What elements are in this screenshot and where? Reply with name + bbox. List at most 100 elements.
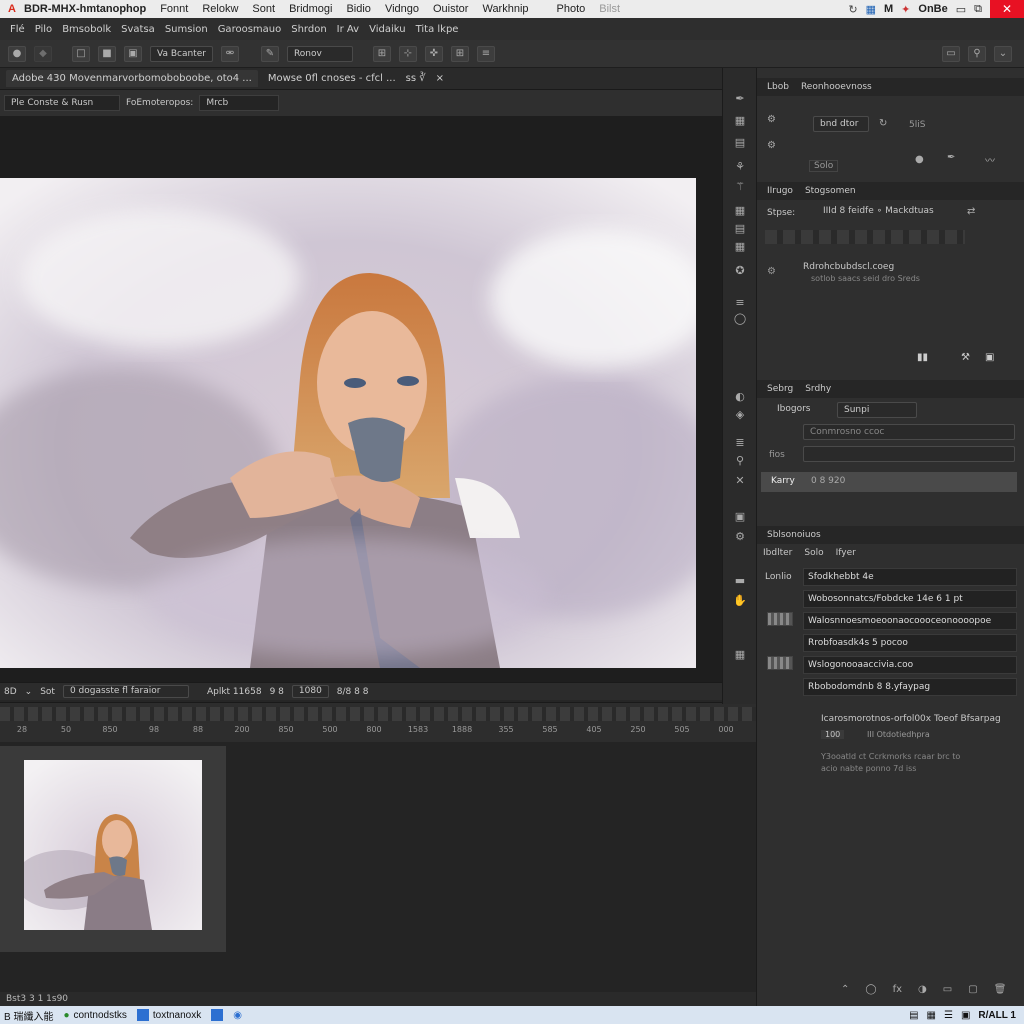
layers-tab-3[interactable]: Ifyer — [836, 548, 856, 558]
layer-row[interactable]: Walosnnoesmoeoonaocoooceonoooopoe — [803, 612, 1017, 630]
layers-tab-2[interactable]: Solo — [804, 548, 823, 558]
target-icon[interactable]: ✜ — [424, 45, 443, 62]
tab-document-1[interactable]: Adobe 430 Movenmarvorbomoboboobe, oto4 .… — [6, 70, 258, 87]
tool-rotate-icon[interactable]: ◐ — [731, 390, 749, 404]
panel-2-box-icon[interactable]: ▣ — [985, 352, 994, 363]
panel-1-sync-icon[interactable]: ↻ — [879, 118, 887, 129]
brush-icon[interactable]: ● — [8, 45, 26, 62]
panel-2-icon[interactable]: ⚙ — [767, 266, 776, 277]
tool-feather-icon[interactable]: ⚘ — [731, 160, 749, 174]
timeline-controls[interactable] — [0, 707, 756, 721]
panel-2-swatches[interactable] — [765, 230, 965, 244]
menu-fonnt[interactable]: Fonnt — [160, 3, 188, 15]
document-image[interactable] — [0, 178, 696, 668]
panel-1-field[interactable]: bnd dtor — [813, 116, 869, 132]
close-button[interactable]: ✕ — [990, 0, 1024, 18]
menu-warkhnip[interactable]: Warkhnip — [482, 3, 528, 15]
window-icon[interactable] — [211, 1009, 224, 1021]
panel-3-select-1[interactable]: Ibogors — [771, 402, 829, 418]
panel-1-small[interactable]: Solo — [809, 160, 839, 172]
center-field[interactable]: Va Bcanter — [150, 45, 213, 62]
square-filled-icon[interactable]: ■ — [98, 45, 116, 62]
panel-3-field-2[interactable] — [803, 446, 1015, 462]
layer-thumbnail[interactable] — [767, 656, 793, 670]
panel-3-karry-row[interactable] — [761, 472, 1017, 492]
layer-row[interactable]: Wslogonooaaccivia.coo — [803, 656, 1017, 674]
layer-row[interactable]: Rrobfoasdk4s 5 pocoo — [803, 634, 1017, 652]
menu-tita[interactable]: Tita lkpe — [416, 24, 459, 35]
tray-icon-2[interactable]: ▦ — [927, 1010, 936, 1021]
footer-fx-icon[interactable]: fx — [893, 984, 902, 995]
minimize-icon[interactable]: ▭ — [956, 3, 966, 16]
menu-vidngo[interactable]: Vidngo — [385, 3, 419, 15]
menu-svatsa[interactable]: Svatsa — [121, 24, 155, 35]
footer-mask-icon[interactable]: ◑ — [918, 984, 927, 995]
pen-icon[interactable]: ✒ — [947, 152, 955, 163]
menu-irav[interactable]: Ir Av — [337, 24, 359, 35]
layer-row[interactable]: Sfodkhebbt 4e — [803, 568, 1017, 586]
menu-sont[interactable]: Sont — [252, 3, 275, 15]
tool-grid2-icon[interactable]: ▦ — [731, 240, 749, 254]
layer-thumbnail[interactable] — [767, 612, 793, 626]
dot-icon[interactable]: ● — [915, 154, 924, 165]
preset-select[interactable]: Ple Conste & Rusn — [4, 95, 120, 111]
panel-1-icon2[interactable]: ⚙ — [767, 140, 776, 151]
thumbnail-frame[interactable] — [0, 746, 226, 952]
tool-pen-icon[interactable]: ✒ — [731, 92, 749, 106]
stack-icon[interactable]: ≡ — [476, 45, 495, 62]
tray-icon-4[interactable]: ▣ — [961, 1010, 970, 1021]
frame-icon[interactable]: ▭ — [942, 45, 960, 62]
square-icon[interactable]: □ — [72, 45, 90, 62]
menu-sumsion[interactable]: Sumsion — [165, 24, 208, 35]
tool-bar-icon[interactable]: ▬ — [731, 574, 749, 588]
tool-circle-icon[interactable]: ◯ — [731, 312, 749, 326]
menu-pilo[interactable]: Pilo — [35, 24, 53, 35]
refresh-icon[interactable]: ↻ — [848, 3, 857, 16]
footer-new-icon[interactable]: ▢ — [968, 984, 977, 995]
tool-grid-icon[interactable]: ▦ — [731, 114, 749, 128]
taskbar-item-1[interactable]: B 瑞纖入能 — [4, 1008, 53, 1023]
tab-document-2[interactable]: Mowse 0fl cnoses - cfcl ... — [268, 73, 396, 84]
tool-layers-icon[interactable]: ▤ — [731, 222, 749, 236]
status-item-6[interactable]: 1080 — [291, 685, 329, 698]
tool-cross-icon[interactable]: ✕ — [731, 474, 749, 488]
status-dropdown[interactable]: 0 dogasste fl faraior — [62, 685, 189, 698]
menu-photo[interactable]: Photo — [557, 3, 586, 15]
grid3-icon[interactable]: ⊞ — [450, 45, 469, 62]
footer-folder-icon[interactable]: ▭ — [943, 984, 952, 995]
taskbar-item-2[interactable]: ● contnodstks — [63, 1010, 126, 1021]
panel-2-sync-icon[interactable]: ⇄ — [967, 206, 975, 217]
tray-icon-3[interactable]: ☰ — [944, 1010, 953, 1021]
onbe-label[interactable]: OnBe — [918, 3, 947, 15]
menu-relokw[interactable]: Relokw — [202, 3, 238, 15]
panel-2-brush-icon[interactable]: ⚒ — [961, 352, 970, 363]
tab-srdhy[interactable]: Srdhy — [805, 384, 831, 394]
tool-swatch-icon[interactable]: ▤ — [731, 136, 749, 150]
tray-icon-1[interactable]: ▤ — [909, 1010, 918, 1021]
tab-sebrg[interactable]: Sebrg — [767, 384, 793, 394]
menu-bridmogi[interactable]: Bridmogi — [289, 3, 332, 15]
tab-iirugo[interactable]: IIrugo — [767, 186, 793, 196]
ronov-dropdown[interactable]: Ronov — [286, 45, 353, 62]
menu-bmsobolk[interactable]: Bmsobolk — [62, 24, 111, 35]
menu-bilst[interactable]: Bilst — [599, 3, 620, 15]
panel-1-icon[interactable]: ⚙ — [767, 114, 776, 125]
tab-lbob[interactable]: Lbob — [767, 82, 789, 92]
footer-link-icon[interactable]: ⌃ — [841, 984, 849, 995]
edit-icon[interactable]: ✎ — [260, 45, 279, 62]
tool-camera-icon[interactable]: ▣ — [731, 510, 749, 524]
panel-2-bars-icon[interactable]: ▮▮ — [917, 352, 928, 363]
tab-close-icon[interactable]: × — [436, 73, 444, 84]
layer-row[interactable]: Rbobodomdnb 8 8.yfaypag — [803, 678, 1017, 696]
tool-menu-icon[interactable]: ≡ — [731, 296, 749, 310]
tool-zoom-icon[interactable]: ⚲ — [731, 454, 749, 468]
grid-icon[interactable]: ▦ — [866, 3, 876, 16]
globe-icon[interactable]: ◉ — [233, 1010, 242, 1021]
layer-row[interactable]: Wobosonnatcs/Fobdcke 14e 6 1 pt — [803, 590, 1017, 608]
link-icon[interactable]: ⚮ — [220, 45, 239, 62]
menu-ouistor[interactable]: Ouistor — [433, 3, 468, 15]
mode-icon[interactable]: ▣ — [124, 45, 142, 62]
footer-circle-icon[interactable]: ◯ — [865, 984, 876, 995]
restore-icon[interactable]: ⧉ — [974, 3, 982, 16]
eraser-icon[interactable]: ◆ — [34, 45, 52, 62]
